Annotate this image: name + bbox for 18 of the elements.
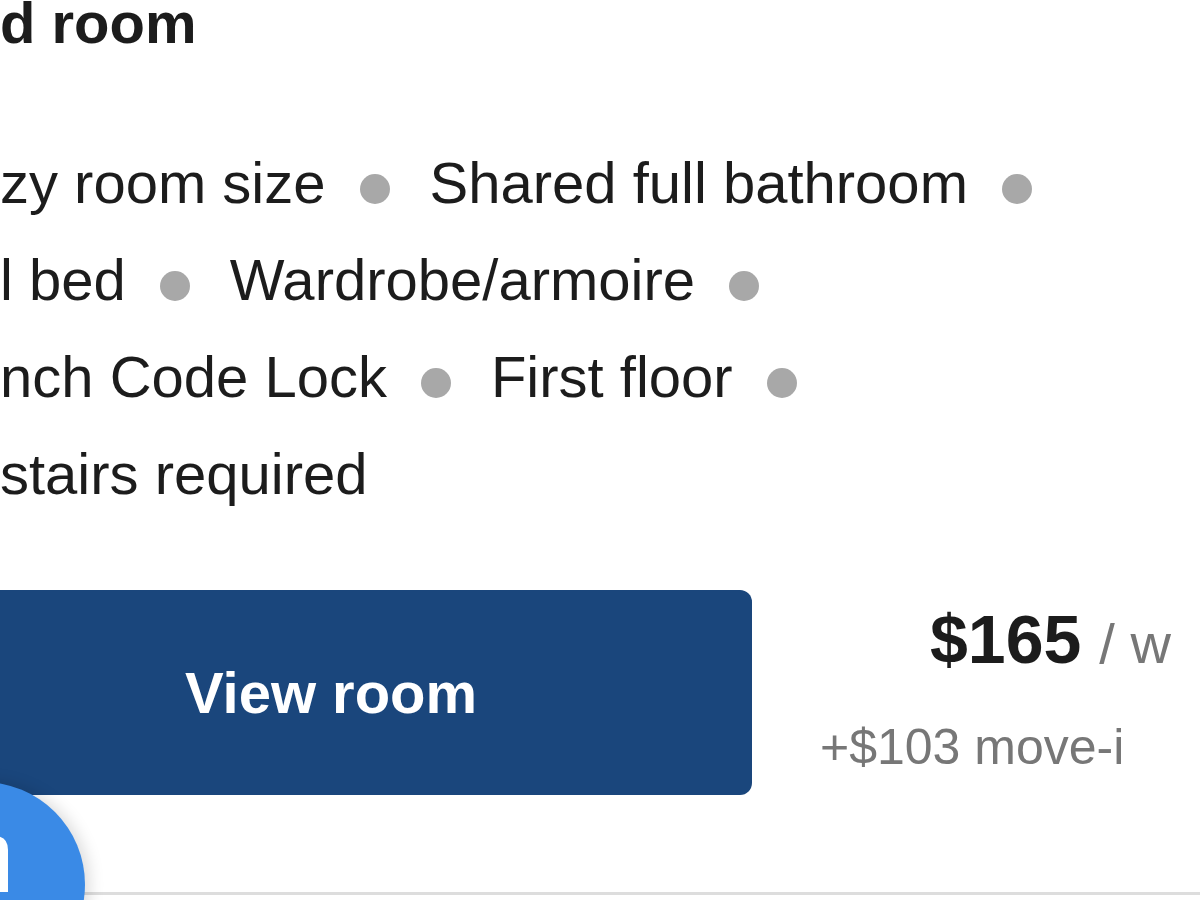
bullet-dot [729,270,759,301]
bullet-dot [359,173,390,204]
amenity-text: Shared full bathroom [429,149,968,216]
view-room-button[interactable]: View room [0,590,752,795]
amenity-text: l bed [0,246,126,313]
amenity-text: nch Code Lock [0,343,387,410]
bullet-dot [766,367,797,398]
amenity-text: First floor [490,343,733,410]
room-title: d room [0,0,198,52]
move-in-fee: +$103 move-i [820,718,1126,776]
weekly-price: $165 [930,600,1082,678]
bullet-dot [1001,173,1032,204]
price-unit: / w [1099,611,1171,676]
amenity-text: zy room size [0,149,326,216]
bullet-dot [159,270,190,301]
bullet-dot [420,367,451,398]
amenity-text: Wardrobe/armoire [229,246,695,313]
amenity-text: stairs required [0,440,368,507]
